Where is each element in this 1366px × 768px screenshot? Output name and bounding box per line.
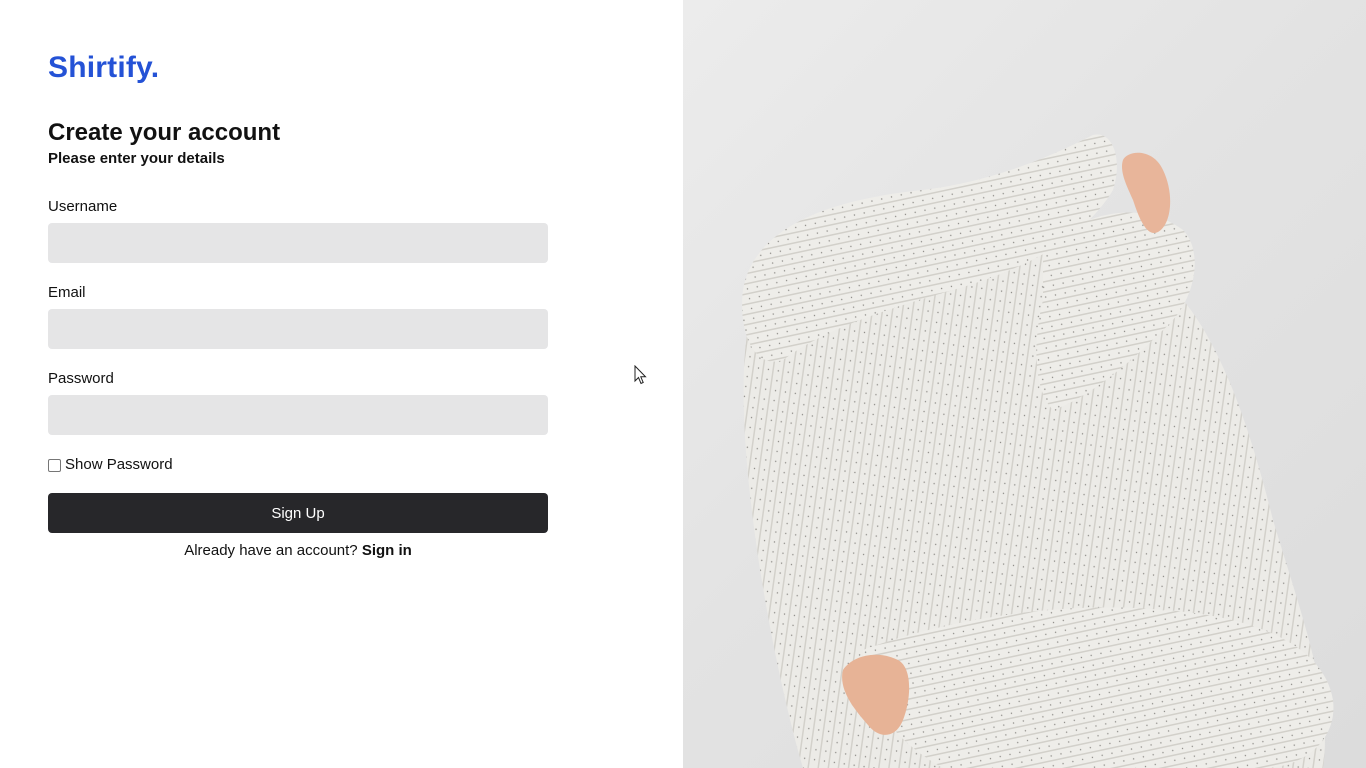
hero-image-panel (683, 0, 1366, 768)
password-field-group: Password (48, 369, 548, 435)
sign-in-prompt: Already have an account? Sign in (48, 541, 548, 561)
mouse-cursor-icon (634, 365, 647, 385)
username-input[interactable] (48, 223, 548, 263)
signup-panel: Shirtify. Create your account Please ent… (0, 0, 683, 768)
sign-in-link[interactable]: Sign in (362, 542, 412, 559)
brand-logo[interactable]: Shirtify. (48, 50, 548, 86)
sign-in-prompt-text: Already have an account? (184, 542, 362, 559)
sign-up-button[interactable]: Sign Up (48, 493, 548, 533)
sweater-photo-icon (742, 134, 1334, 768)
username-field-group: Username (48, 197, 548, 263)
email-label: Email (48, 284, 86, 301)
password-label: Password (48, 370, 114, 387)
show-password-checkbox[interactable] (48, 458, 61, 472)
signup-page: Shirtify. Create your account Please ent… (0, 0, 1366, 768)
email-field-group: Email (48, 283, 548, 349)
email-input[interactable] (48, 309, 548, 349)
signup-form-container: Shirtify. Create your account Please ent… (48, 50, 548, 561)
username-label: Username (48, 198, 118, 215)
password-input[interactable] (48, 395, 548, 435)
show-password-label[interactable]: Show Password (65, 455, 173, 475)
page-title: Create your account (48, 119, 281, 146)
show-password-row: Show Password (48, 455, 548, 475)
page-subtitle: Please enter your details (48, 150, 225, 167)
signup-form: Username Email Password Show Password Si… (48, 197, 548, 561)
